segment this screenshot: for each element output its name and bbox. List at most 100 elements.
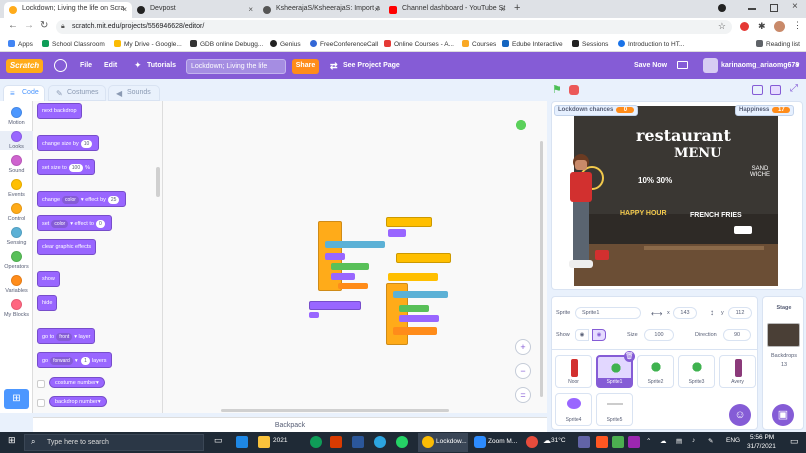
telegram-icon[interactable] [374, 436, 386, 448]
fullscreen-icon[interactable]: ⤢ [790, 83, 798, 94]
back-arrow-icon[interactable]: ← [8, 20, 18, 31]
workspace-horizontal-scrollbar[interactable] [221, 409, 449, 412]
zoom-in-button[interactable]: + [515, 339, 531, 355]
username-menu[interactable]: karinaomg_ariaomg678 [721, 62, 799, 69]
block-set-effect[interactable]: set color ▾ effect to 0 [37, 215, 112, 231]
effect-to-input[interactable]: 0 [95, 220, 105, 228]
backdrop-number-dropdown[interactable]: number [79, 399, 98, 405]
tab-costumes[interactable]: ✎ Costumes [48, 85, 106, 101]
forward-arrow-icon[interactable]: → [24, 20, 34, 31]
cloud-icon[interactable]: ☁ [660, 437, 667, 445]
script-block-event[interactable] [388, 273, 438, 281]
zoom-reset-button[interactable]: = [515, 387, 531, 403]
sprite-tile-sprite2[interactable]: Sprite2 [637, 355, 674, 388]
taskbar-chrome-item[interactable]: Lockdow... [418, 433, 468, 452]
script-block-operators[interactable] [331, 263, 369, 270]
notifications-icon[interactable]: ▭ [790, 436, 799, 447]
windows-start-icon[interactable]: ⊞ [8, 435, 16, 446]
project-title-input[interactable]: Lockdown; Living the life [186, 59, 286, 74]
taskbar-zoom-item[interactable]: Zoom M... [472, 433, 522, 452]
block-go-layers[interactable]: go forward ▾ 1 layers [37, 352, 112, 368]
block-change-size[interactable]: change size by 10 [37, 135, 100, 151]
script-block-looks[interactable] [388, 229, 406, 237]
layers-input[interactable]: 1 [81, 357, 90, 365]
backpack[interactable]: Backpack [33, 417, 547, 433]
bookmark-online-courses[interactable]: Online Courses - A... [384, 40, 454, 48]
delete-sprite-icon[interactable]: 🗑︎ [624, 351, 635, 362]
tray-chevron-up-icon[interactable]: ⌃ [646, 437, 651, 445]
script-block-variables[interactable] [393, 327, 437, 335]
direction-dropdown[interactable]: forward [50, 357, 73, 365]
stop-icon[interactable] [569, 85, 579, 95]
taskbar-folder-2021[interactable]: 2021 [273, 437, 287, 444]
browser-menu-icon[interactable]: ⋮ [793, 20, 802, 31]
url-field[interactable]: 🔒︎ scratch.mit.edu/projects/556946628/ed… [56, 20, 732, 34]
category-motion[interactable]: Motion [0, 107, 33, 126]
green-flag-icon[interactable]: ⚑ [552, 84, 564, 96]
add-sprite-button[interactable]: ☺ [729, 404, 751, 426]
file-explorer-icon[interactable] [258, 436, 270, 448]
zoom-out-button[interactable]: − [515, 363, 531, 379]
size-input[interactable]: 100 [644, 329, 674, 341]
minimize-icon[interactable] [748, 8, 756, 10]
bookmark-reading-list[interactable]: Reading list [756, 40, 800, 48]
star-icon[interactable]: ☆ [718, 21, 726, 32]
large-stage-icon[interactable] [770, 85, 781, 95]
browser-tab-github[interactable]: KsheerajaS/KsheerajaS: Import a × [258, 2, 384, 18]
y-position-input[interactable]: 112 [728, 307, 752, 319]
bookmark-edube[interactable]: Edube Interactive [502, 40, 563, 48]
file-menu[interactable]: File [80, 62, 92, 69]
script-block-operators[interactable] [399, 305, 429, 312]
script-block-event[interactable] [396, 253, 451, 263]
bookmark-courses[interactable]: Courses [462, 40, 496, 48]
window-close-icon[interactable]: × [792, 1, 798, 12]
sprite-tile-noor[interactable]: Noor [555, 355, 592, 388]
add-extension-button[interactable]: ⊞ [4, 389, 29, 409]
stage-selector-pane[interactable]: Stage Backdrops 13 ▣ [762, 296, 804, 430]
palette-scrollbar[interactable] [156, 167, 160, 197]
block-hide[interactable]: hide [37, 295, 58, 311]
close-tab-icon[interactable]: × [500, 5, 505, 14]
whatsapp-icon[interactable] [396, 436, 408, 448]
new-tab-button[interactable]: + [514, 2, 520, 14]
show-sprite-eye-icon[interactable]: ◉ [575, 329, 589, 341]
script-block-event[interactable] [386, 217, 432, 227]
tutorials-menu[interactable]: Tutorials [147, 62, 176, 69]
maximize-icon[interactable] [770, 4, 778, 12]
edit-menu[interactable]: Edit [104, 62, 117, 69]
costume-number-dropdown[interactable]: number [77, 380, 96, 386]
effect-by-input[interactable]: 25 [107, 196, 120, 204]
script-block-variables[interactable] [338, 283, 368, 289]
clock-date[interactable]: 31/7/2021 [747, 443, 776, 450]
weather-temperature[interactable]: 31°C [551, 437, 566, 444]
bookmark-drive[interactable]: My Drive - Google... [114, 40, 182, 48]
sprite-name-input[interactable]: Sprite1 [575, 307, 641, 319]
edge-icon[interactable] [310, 436, 322, 448]
tray-app-icon[interactable] [612, 436, 624, 448]
effect-dropdown[interactable]: color [62, 196, 79, 204]
script-block-looks[interactable] [331, 273, 355, 280]
sprite-tile-sprite5[interactable]: Sprite5 [596, 393, 633, 426]
scratch-logo[interactable]: Scratch [6, 59, 43, 73]
bookmark-apps[interactable]: Apps [8, 40, 33, 48]
network-icon[interactable]: ▤ [676, 437, 682, 445]
extension-icon[interactable] [740, 22, 749, 31]
bookmark-intro-html[interactable]: Introduction to HT... [618, 40, 684, 48]
sprite-tile-avery[interactable]: Avery [719, 355, 756, 388]
change-size-input[interactable]: 10 [80, 140, 93, 148]
bookmark-freeconference[interactable]: FreeConferenceCall [310, 40, 378, 48]
save-now-button[interactable]: Save Now [634, 62, 667, 69]
workspace-vertical-scrollbar[interactable] [540, 141, 543, 397]
language-indicator[interactable]: ENG [726, 437, 740, 444]
user-avatar[interactable] [703, 58, 718, 73]
reload-icon[interactable]: ↻ [40, 20, 48, 31]
block-set-size[interactable]: set size to 100% [37, 159, 95, 175]
extensions-puzzle-icon[interactable]: ✱ [758, 21, 766, 32]
word-icon[interactable] [352, 436, 364, 448]
script-block-looks[interactable] [325, 253, 345, 260]
close-tab-icon[interactable]: × [122, 5, 127, 14]
reporter-costume-number[interactable]: costume number▾ [49, 377, 105, 388]
bookmark-classroom[interactable]: School Classroom [42, 40, 105, 48]
tray-app-icon[interactable] [628, 436, 640, 448]
close-tab-icon[interactable]: × [374, 5, 379, 14]
